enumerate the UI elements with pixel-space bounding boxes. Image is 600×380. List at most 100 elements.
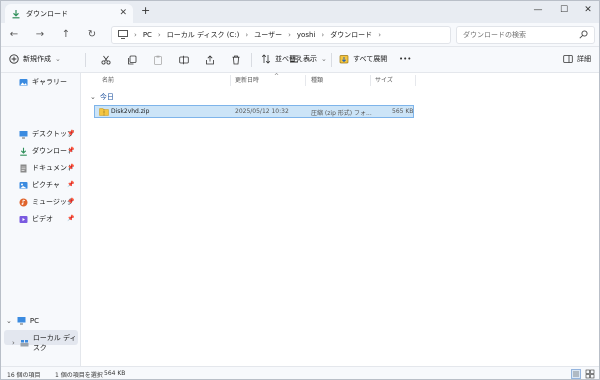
breadcrumb-separator: › — [245, 31, 249, 39]
breadcrumb-pc[interactable]: PC — [143, 31, 152, 39]
pin-icon: 📌 — [67, 147, 75, 154]
status-bar: 16 個の項目 1 個の項目を選択 564 KB — [1, 366, 599, 379]
selected-size: 564 KB — [104, 370, 126, 377]
details-button-label: 詳細 — [577, 55, 591, 63]
selected-count: 1 個の項目を選択 — [55, 372, 103, 379]
breadcrumb-users[interactable]: ユーザー — [254, 30, 282, 40]
column-divider[interactable] — [305, 75, 306, 86]
chevron-down-icon: ⌄ — [321, 55, 327, 63]
breadcrumb-yoshi[interactable]: yoshi — [297, 31, 315, 39]
group-header-today[interactable]: ⌄ 今日 — [90, 92, 114, 102]
new-tab-button[interactable]: + — [141, 5, 150, 17]
sidebar-item-documents[interactable]: ドキュメント — [19, 163, 74, 173]
breadcrumb-local-disk[interactable]: ローカル ディスク (C:) — [167, 30, 240, 40]
search-box[interactable]: ダウンロードの検索 — [456, 26, 595, 44]
view-icon — [290, 55, 298, 63]
share-icon[interactable] — [205, 55, 215, 67]
new-button[interactable]: 新規作成 ⌄ — [9, 54, 61, 64]
pin-icon: 📌 — [67, 181, 75, 188]
new-button-label: 新規作成 — [23, 55, 51, 63]
column-header-date[interactable]: 更新日時 — [235, 75, 259, 84]
copy-icon[interactable] — [127, 55, 137, 67]
file-name: Disk2vhd.zip — [111, 108, 150, 115]
breadcrumb-separator: › — [134, 31, 137, 39]
up-arrow-icon[interactable]: ↑ — [59, 28, 73, 42]
details-pane-icon — [563, 55, 573, 63]
column-header-size[interactable]: サイズ — [375, 75, 393, 84]
tab-close-button[interactable]: ✕ — [119, 8, 127, 18]
zip-folder-icon — [99, 107, 109, 118]
rename-icon[interactable] — [179, 55, 189, 67]
chevron-down-icon: ⌄ — [6, 316, 12, 325]
sidebar-item-music[interactable]: ミュージック — [19, 197, 74, 207]
sidebar-item-pictures[interactable]: ピクチャ — [19, 180, 60, 190]
explorer-window: ダウンロード ✕ + — ☐ ✕ ← → ↑ ↻ › PC › ローカル ディス… — [0, 0, 600, 380]
file-list: 名前 更新日時 ^ 種類 サイズ ⌄ 今日 Disk2vhd.zip 2025/… — [82, 73, 599, 366]
chevron-right-icon: › — [12, 339, 15, 347]
sidebar-item-videos[interactable]: ビデオ — [19, 214, 53, 224]
pin-icon: 📌 — [67, 164, 75, 171]
breadcrumb-separator: › — [321, 31, 325, 39]
column-divider[interactable] — [230, 75, 231, 86]
title-bar: ダウンロード ✕ + — ☐ ✕ — [1, 1, 599, 23]
minimize-button[interactable]: — — [531, 4, 545, 16]
column-header-type[interactable]: 種類 — [311, 75, 323, 84]
column-divider[interactable] — [415, 75, 416, 86]
document-icon — [19, 164, 28, 173]
sidebar-item-label: ギャラリー — [32, 78, 67, 86]
cut-icon[interactable] — [101, 55, 111, 67]
tab-downloads[interactable]: ダウンロード ✕ — [5, 4, 133, 23]
video-icon — [19, 215, 28, 224]
details-button[interactable]: 詳細 — [563, 54, 591, 64]
chevron-down-icon: ⌄ — [55, 55, 61, 63]
plus-circle-icon — [9, 54, 19, 64]
breadcrumb-separator: › — [378, 31, 381, 39]
breadcrumb-downloads[interactable]: ダウンロード — [330, 30, 372, 40]
sidebar-item-pc[interactable]: ⌄ PC — [6, 316, 39, 325]
forward-arrow-icon[interactable]: → — [33, 28, 47, 42]
table-row[interactable]: Disk2vhd.zip 2025/05/12 10:32 圧縮 (zip 形式… — [94, 105, 414, 118]
divider — [85, 53, 86, 67]
refresh-icon[interactable]: ↻ — [85, 28, 99, 42]
close-window-button[interactable]: ✕ — [581, 4, 595, 16]
column-divider[interactable] — [370, 75, 371, 86]
pin-icon: 📌 — [67, 215, 75, 222]
extract-icon — [339, 55, 349, 64]
pin-icon: 📌 — [67, 130, 75, 137]
sidebar-item-downloads[interactable]: ダウンロード — [19, 146, 74, 156]
music-icon — [19, 198, 28, 207]
sort-chevron-icon: ^ — [274, 73, 280, 80]
navigation-pane: ギャラリー デスクトップ 📌 ダウンロード 📌 ドキュメント 📌 ピクチャ 📌 … — [1, 73, 81, 366]
sidebar-item-label: ピクチャ — [32, 181, 60, 189]
sidebar-item-gallery[interactable]: ギャラリー — [19, 77, 67, 87]
maximize-button[interactable]: ☐ — [557, 4, 571, 16]
drive-icon — [20, 339, 29, 348]
divider — [331, 53, 332, 67]
tab-title: ダウンロード — [26, 9, 68, 18]
group-label: 今日 — [99, 93, 114, 101]
extract-all-label: すべて展開 — [353, 55, 388, 63]
more-options-icon[interactable]: ••• — [399, 55, 411, 63]
item-count: 16 個の項目 — [7, 372, 41, 379]
search-input[interactable]: ダウンロードの検索 — [463, 30, 526, 40]
details-view-icon[interactable] — [571, 369, 581, 379]
extract-all-button[interactable]: すべて展開 — [339, 54, 387, 64]
address-bar[interactable]: › PC › ローカル ディスク (C:) › ユーザー › yoshi › ダ… — [111, 26, 451, 44]
sidebar-item-local-disk[interactable]: › ローカル ディスク — [12, 333, 80, 353]
sort-icon — [261, 54, 271, 64]
column-header-name[interactable]: 名前 — [102, 75, 114, 84]
picture-icon — [19, 181, 28, 190]
back-arrow-icon[interactable]: ← — [7, 28, 21, 42]
divider — [251, 53, 252, 67]
download-icon — [19, 147, 28, 156]
gallery-icon — [19, 78, 28, 87]
view-button[interactable]: 表示 ⌄ — [289, 54, 327, 64]
paste-icon[interactable] — [153, 55, 163, 67]
sidebar-item-desktop[interactable]: デスクトップ — [19, 129, 74, 139]
monitor-icon — [118, 29, 128, 41]
sidebar-item-label: ローカル ディスク — [32, 334, 77, 352]
view-button-label: 表示 — [303, 55, 317, 63]
tiles-view-icon[interactable] — [585, 369, 595, 379]
delete-icon[interactable] — [231, 55, 241, 67]
file-size: 565 KB — [392, 108, 414, 115]
